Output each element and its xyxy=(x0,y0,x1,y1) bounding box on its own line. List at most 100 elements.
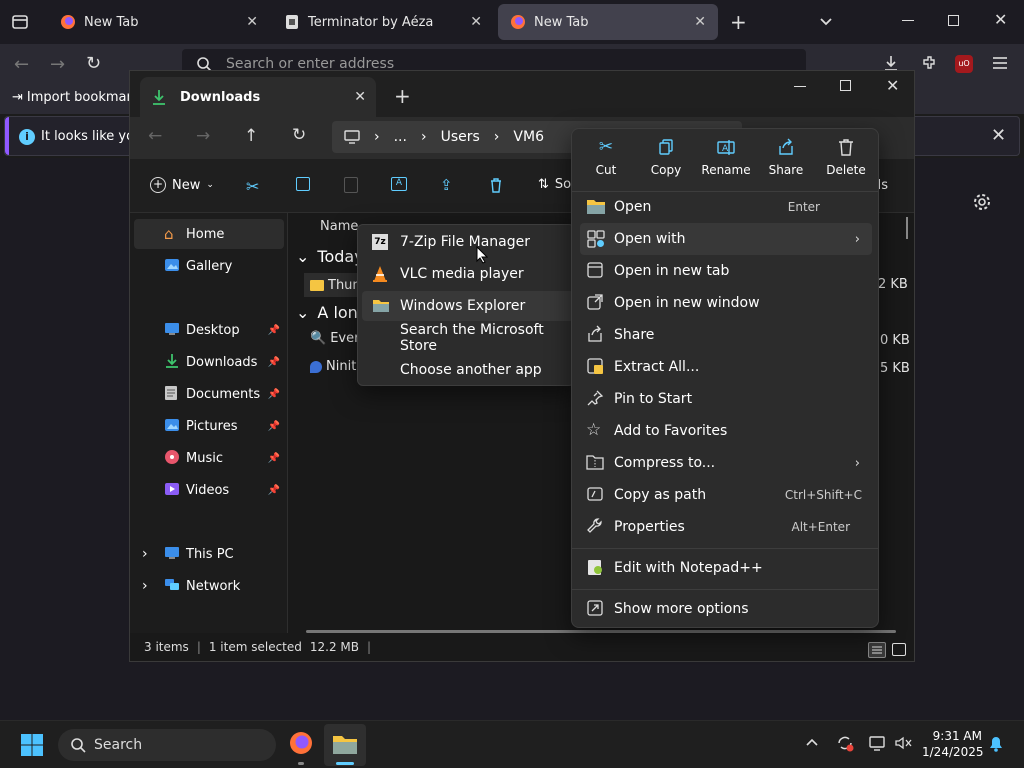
file-row[interactable]: Thun xyxy=(304,273,364,297)
browser-tab-3[interactable]: New Tab ✕ xyxy=(498,4,718,40)
cut-button[interactable]: ✂ Cut xyxy=(576,137,636,187)
menu-item-7zip[interactable]: 7z 7-Zip File Manager xyxy=(362,227,574,257)
menu-item-edit-with-notepad[interactable]: Edit with Notepad++ xyxy=(580,552,872,584)
nav-item-desktop[interactable]: Desktop 📌 xyxy=(134,315,284,345)
rename-icon[interactable]: A xyxy=(391,177,407,191)
pictures-icon xyxy=(164,417,182,435)
new-button[interactable]: + New ⌄ xyxy=(150,177,214,193)
cut-icon[interactable]: ✂ xyxy=(246,177,259,196)
tab-overview-icon[interactable] xyxy=(10,12,30,32)
nav-item-downloads[interactable]: Downloads 📌 xyxy=(134,347,284,377)
sort-button[interactable]: ⇅ So xyxy=(538,177,571,192)
notification-bell-icon[interactable] xyxy=(988,736,1004,752)
menu-item-open-in-new-window[interactable]: Open in new window xyxy=(580,287,872,319)
up-icon[interactable]: ↑ xyxy=(244,126,258,146)
list-tabs-icon[interactable] xyxy=(816,12,836,32)
forward-icon[interactable]: → xyxy=(50,54,65,75)
chevron-down-icon: ⌄ xyxy=(206,180,214,190)
clock[interactable]: 9:31 AM 1/24/2025 xyxy=(922,728,984,760)
file-size: 2 KB xyxy=(878,277,908,292)
share-button[interactable]: Share xyxy=(756,137,816,187)
menu-item-share[interactable]: Share xyxy=(580,319,872,351)
tiles-view-icon[interactable] xyxy=(892,643,906,656)
start-button[interactable] xyxy=(20,733,44,757)
menu-item-add-to-favorites[interactable]: ☆ Add to Favorites xyxy=(580,415,872,447)
taskbar-firefox[interactable] xyxy=(288,730,314,756)
breadcrumb-users[interactable]: Users xyxy=(441,129,480,145)
nav-item-this-pc[interactable]: › This PC xyxy=(134,539,284,569)
close-icon[interactable]: ✕ xyxy=(694,14,706,30)
new-tab-icon[interactable]: + xyxy=(394,84,411,108)
refresh-icon[interactable]: ↻ xyxy=(292,125,306,145)
menu-item-open-with[interactable]: Open with › xyxy=(580,223,872,255)
close-window-icon[interactable]: ✕ xyxy=(994,10,1007,29)
explorer-tab-downloads[interactable]: Downloads ✕ xyxy=(140,77,376,117)
firefox-icon xyxy=(61,15,75,29)
details-view-icon[interactable] xyxy=(868,642,886,658)
maximize-icon[interactable] xyxy=(948,15,959,26)
column-header-name[interactable]: Name xyxy=(320,219,358,234)
settings-gear-icon[interactable] xyxy=(972,192,992,212)
breadcrumb-vm6[interactable]: VM6 xyxy=(513,129,544,145)
menu-item-show-more-options[interactable]: Show more options xyxy=(580,593,872,625)
import-bookmarks-link[interactable]: ⇥ Import bookmarks xyxy=(12,90,146,105)
nav-item-videos[interactable]: Videos 📌 xyxy=(134,475,284,505)
nav-item-gallery[interactable]: Gallery xyxy=(134,251,284,281)
chevron-right-icon[interactable]: › xyxy=(142,546,148,562)
browser-tab-2[interactable]: Terminator by Aéza ✕ xyxy=(272,4,494,40)
nav-item-home[interactable]: ⌂ Home xyxy=(134,219,284,249)
nav-item-documents[interactable]: Documents 📌 xyxy=(134,379,284,409)
breadcrumb-overflow[interactable]: ... xyxy=(394,129,407,145)
close-window-icon[interactable]: ✕ xyxy=(886,76,899,95)
browser-tab-1[interactable]: New Tab ✕ xyxy=(48,4,270,40)
new-tab-icon[interactable]: + xyxy=(730,12,747,32)
chevron-down-icon: ⌄ xyxy=(296,247,310,266)
close-icon[interactable]: ✕ xyxy=(470,14,482,30)
menu-item-vlc[interactable]: VLC media player xyxy=(362,259,574,289)
volume-muted-icon[interactable] xyxy=(894,735,912,751)
minimize-icon[interactable] xyxy=(794,86,806,87)
ublock-icon[interactable]: uO xyxy=(955,55,973,73)
delete-icon[interactable] xyxy=(488,177,504,193)
nav-item-music[interactable]: Music 📌 xyxy=(134,443,284,473)
status-bar: 3 items | 1 item selected 12.2 MB | xyxy=(144,640,372,654)
menu-item-pin-to-start[interactable]: Pin to Start xyxy=(580,383,872,415)
menu-item-choose-another-app[interactable]: Choose another app xyxy=(362,355,574,385)
vertical-scrollbar[interactable] xyxy=(906,217,908,239)
close-icon[interactable]: ✕ xyxy=(354,89,366,105)
taskbar-file-explorer[interactable] xyxy=(324,724,366,766)
nav-item-network[interactable]: › Network xyxy=(134,571,284,601)
copy-button[interactable]: Copy xyxy=(636,137,696,187)
paste-icon[interactable] xyxy=(344,177,358,193)
maximize-icon[interactable] xyxy=(840,80,851,91)
menu-item-open-in-new-tab[interactable]: Open in new tab xyxy=(580,255,872,287)
menu-icon[interactable] xyxy=(992,56,1008,70)
delete-button[interactable]: Delete xyxy=(816,137,876,187)
taskbar-search[interactable]: Search xyxy=(58,729,276,761)
chevron-right-icon[interactable]: › xyxy=(142,578,148,594)
menu-item-properties[interactable]: Properties Alt+Enter xyxy=(580,511,872,543)
group-header-today[interactable]: ⌄ Today xyxy=(296,247,364,266)
reload-icon[interactable]: ↻ xyxy=(86,53,101,74)
extensions-icon[interactable] xyxy=(920,54,938,72)
update-icon[interactable] xyxy=(836,734,854,752)
explorer-tab-title: Downloads xyxy=(180,89,261,105)
share-icon[interactable]: ⇪ xyxy=(440,176,453,194)
menu-item-compress-to[interactable]: Compress to... › xyxy=(580,447,872,479)
menu-item-copy-as-path[interactable]: Copy as path Ctrl+Shift+C xyxy=(580,479,872,511)
minimize-icon[interactable] xyxy=(902,20,914,21)
menu-item-extract-all[interactable]: Extract All... xyxy=(580,351,872,383)
menu-item-open[interactable]: Open Enter xyxy=(580,191,872,223)
back-icon[interactable]: ← xyxy=(148,126,162,146)
menu-item-windows-explorer[interactable]: Windows Explorer xyxy=(362,291,574,321)
show-hidden-icons[interactable] xyxy=(804,734,820,750)
back-icon[interactable]: ← xyxy=(14,54,29,75)
close-icon[interactable]: ✕ xyxy=(246,14,258,30)
rename-button[interactable]: A Rename xyxy=(696,137,756,187)
menu-item-search-store[interactable]: Search the Microsoft Store xyxy=(362,322,574,354)
nav-item-pictures[interactable]: Pictures 📌 xyxy=(134,411,284,441)
forward-icon[interactable]: → xyxy=(196,126,210,146)
network-icon[interactable] xyxy=(868,734,886,752)
copy-icon[interactable] xyxy=(296,177,310,191)
info-bar-close-icon[interactable]: ✕ xyxy=(991,125,1006,146)
